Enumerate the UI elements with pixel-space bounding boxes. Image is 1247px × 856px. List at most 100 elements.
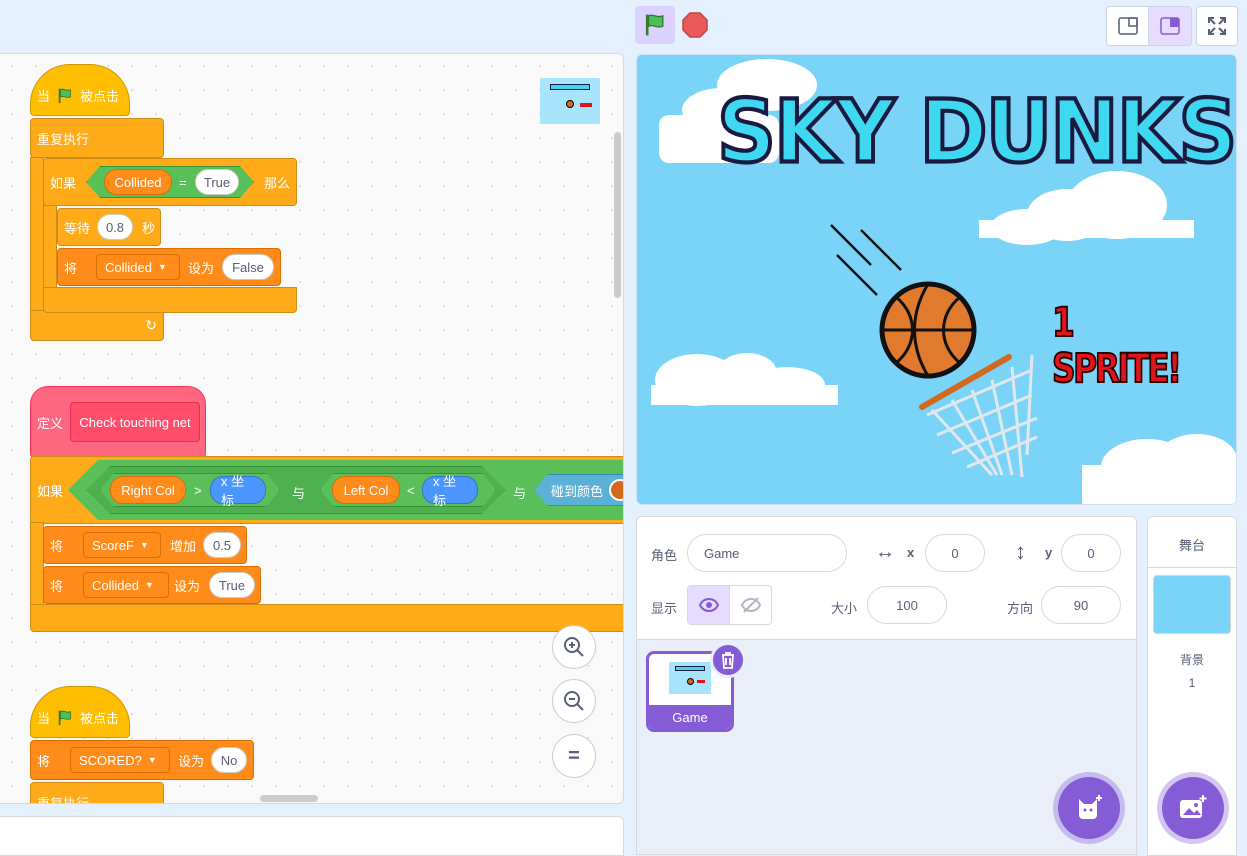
sprite-tile-name: Game bbox=[649, 705, 731, 729]
less-than-sign: < bbox=[407, 483, 415, 498]
backdrop-thumbnail[interactable] bbox=[1153, 575, 1231, 634]
hat-clicked-label: 被点击 bbox=[80, 89, 120, 104]
y-input[interactable]: 0 bbox=[1061, 534, 1121, 572]
stage-panel-title: 舞台 bbox=[1178, 538, 1205, 553]
forever-block-2[interactable]: 重复执行 bbox=[30, 782, 164, 804]
zoom-in-button[interactable] bbox=[552, 625, 596, 669]
sprite-name-input[interactable]: Game bbox=[687, 534, 847, 572]
wait-seconds-input[interactable]: 0.8 bbox=[97, 214, 133, 240]
if-arm bbox=[43, 205, 57, 289]
y-label: y bbox=[1045, 545, 1053, 560]
vertical-scrollbar[interactable] bbox=[614, 132, 621, 298]
show-label: 显示 bbox=[651, 601, 678, 616]
small-stage-icon bbox=[1117, 17, 1138, 35]
green-flag-icon bbox=[645, 14, 664, 36]
if-bottom bbox=[43, 287, 297, 313]
set-to-label: 设为 bbox=[188, 260, 215, 276]
stage-canvas[interactable]: SKY DUNKS 1 SPRITE! bbox=[636, 54, 1237, 505]
stage-subtitle: 1 SPRITE! bbox=[1051, 299, 1183, 393]
set-value-input-2[interactable]: True bbox=[209, 572, 255, 598]
set-to-label-2: 设为 bbox=[174, 578, 201, 594]
x-input[interactable]: 0 bbox=[925, 534, 985, 572]
color-swatch[interactable] bbox=[609, 479, 623, 501]
large-stage-icon bbox=[1160, 17, 1180, 35]
cat-add-icon bbox=[1079, 795, 1102, 819]
chevron-down-icon: ▼ bbox=[139, 540, 149, 550]
wait-label: 等待 bbox=[64, 220, 91, 236]
equals-sign: = bbox=[179, 175, 187, 190]
right-col-reporter[interactable]: Right Col bbox=[110, 476, 186, 504]
forever-label-2: 重复执行 bbox=[37, 796, 90, 804]
change-value-input[interactable]: 0.5 bbox=[203, 532, 241, 558]
change-by-label: 增加 bbox=[170, 538, 197, 554]
x-position-reporter-1[interactable]: x 坐标 bbox=[210, 474, 266, 508]
large-stage-button[interactable] bbox=[1149, 7, 1191, 45]
scored-dropdown[interactable]: SCORED? ▼ bbox=[70, 747, 170, 773]
set-value-input-3[interactable]: No bbox=[211, 747, 247, 773]
sprite-label: 角色 bbox=[651, 548, 678, 563]
zoom-reset-icon: = bbox=[568, 744, 580, 767]
scoref-dropdown[interactable]: ScoreF ▼ bbox=[83, 532, 161, 558]
and-label-1: 与 bbox=[292, 486, 306, 501]
collided-reporter[interactable]: Collided bbox=[104, 169, 172, 195]
set-to-label-3: 设为 bbox=[178, 753, 205, 769]
set-value-input[interactable]: False bbox=[222, 254, 274, 280]
collided-dropdown[interactable]: Collided ▼ bbox=[83, 572, 169, 598]
set-label: 将 bbox=[64, 260, 78, 276]
when-flag-clicked-hat-2[interactable]: 当 被点击 bbox=[30, 686, 130, 738]
sprite-thumbnail bbox=[669, 662, 711, 694]
direction-input[interactable]: 90 bbox=[1041, 586, 1121, 624]
sprite-info-panel: 角色 Game ↔ x 0 ↕ y 0 显示 大小 100 方向 90 bbox=[636, 516, 1137, 640]
scored-dropdown-label: SCORED? bbox=[79, 752, 142, 768]
add-backdrop-button[interactable] bbox=[1162, 777, 1224, 839]
code-area[interactable]: 当 被点击 重复执行 ↻ 如果 那么 Collided = True 等待 秒 … bbox=[0, 53, 624, 804]
small-stage-button[interactable] bbox=[1107, 7, 1149, 45]
sprite-thumbnail-preview bbox=[540, 78, 600, 124]
set-label-2: 将 bbox=[50, 578, 64, 594]
green-flag-icon bbox=[58, 710, 71, 726]
show-button[interactable] bbox=[688, 586, 730, 624]
if-label-2: 如果 bbox=[37, 483, 64, 499]
delete-sprite-button[interactable] bbox=[710, 642, 746, 678]
size-input[interactable]: 100 bbox=[867, 586, 947, 624]
stage-title: SKY DUNKS bbox=[715, 81, 1236, 185]
variable-dropdown-label: Collided bbox=[105, 259, 152, 275]
hide-button[interactable] bbox=[730, 586, 771, 624]
true-input[interactable]: True bbox=[195, 169, 239, 195]
if-label: 如果 bbox=[50, 175, 77, 191]
eye-icon bbox=[698, 598, 719, 612]
greater-than-sign: > bbox=[194, 483, 202, 498]
green-flag-icon bbox=[58, 88, 71, 104]
chevron-down-icon: ▼ bbox=[144, 580, 154, 590]
zoom-reset-button[interactable]: = bbox=[552, 734, 596, 778]
touching-color-label: 碰到颜色 bbox=[551, 483, 604, 499]
stop-button[interactable] bbox=[681, 11, 709, 39]
forever-block[interactable]: 重复执行 bbox=[30, 118, 164, 158]
zoom-out-icon bbox=[564, 691, 584, 711]
hat-when-label-2: 当 bbox=[37, 711, 51, 726]
green-flag-button[interactable] bbox=[635, 6, 675, 44]
touching-color-sensing[interactable]: 碰到颜色 bbox=[534, 474, 623, 506]
when-flag-clicked-hat[interactable]: 当 被点击 bbox=[30, 64, 130, 116]
collided-dropdown-label: Collided bbox=[92, 577, 139, 593]
visibility-toggle bbox=[687, 585, 772, 625]
x-position-reporter-2[interactable]: x 坐标 bbox=[422, 474, 478, 508]
fullscreen-button[interactable] bbox=[1196, 6, 1238, 46]
horizontal-scrollbar[interactable] bbox=[260, 795, 318, 802]
variable-dropdown[interactable]: Collided ▼ bbox=[96, 254, 180, 280]
left-col-reporter[interactable]: Left Col bbox=[332, 476, 400, 504]
procedure-name[interactable]: Check touching net bbox=[70, 402, 200, 442]
trash-icon bbox=[722, 652, 734, 669]
x-value: 0 bbox=[951, 545, 959, 561]
eye-slash-icon bbox=[740, 597, 761, 613]
zoom-out-button[interactable] bbox=[552, 679, 596, 723]
size-value: 100 bbox=[896, 597, 918, 613]
then-label: 那么 bbox=[264, 175, 291, 191]
chevron-down-icon: ▼ bbox=[147, 755, 157, 765]
define-label: 定义 bbox=[37, 415, 64, 431]
add-sprite-button[interactable] bbox=[1058, 777, 1120, 839]
stage-size-toggle bbox=[1106, 6, 1192, 46]
stop-icon bbox=[682, 12, 708, 38]
if-arm-2 bbox=[30, 522, 44, 606]
wait-unit-label: 秒 bbox=[142, 220, 156, 236]
